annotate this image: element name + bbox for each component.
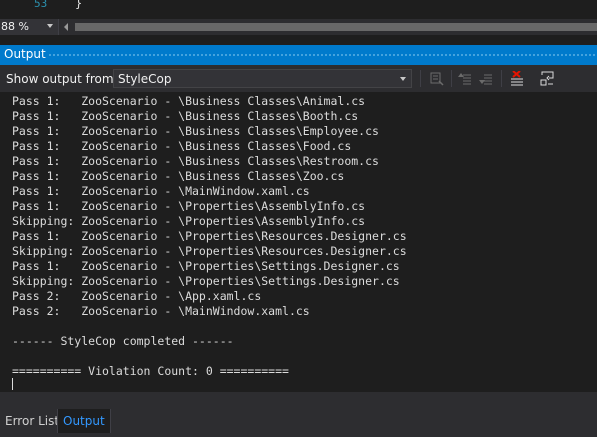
output-text-area[interactable]: Pass 1: ZooScenario - \Business Classes\… [0, 92, 597, 392]
output-line: Pass 1: ZooScenario - \Business Classes\… [12, 109, 359, 123]
output-source-value: StyleCop [118, 72, 172, 86]
toolbar-separator [501, 70, 502, 87]
output-toolbar: Show output from: StyleCop [0, 65, 597, 92]
output-line: Pass 1: ZooScenario - \Business Classes\… [12, 124, 379, 138]
output-horizontal-scrollbar[interactable] [0, 392, 597, 409]
output-line: Pass 1: ZooScenario - \Properties\Resour… [12, 229, 407, 243]
output-line: Pass 2: ZooScenario - \MainWindow.xaml.c… [12, 304, 310, 318]
clear-all-button[interactable] [507, 69, 527, 88]
tab-error-list[interactable]: Error List [0, 409, 64, 433]
output-line: Pass 1: ZooScenario - \Business Classes\… [12, 169, 345, 183]
tool-window-tabs: Error List Output [0, 409, 597, 437]
toggle-word-wrap-icon [540, 71, 554, 86]
clear-all-icon [511, 71, 523, 86]
code-editor[interactable]: 53 } [0, 0, 597, 19]
output-lines: Pass 1: ZooScenario - \Business Classes\… [12, 94, 407, 379]
output-line: Pass 1: ZooScenario - \Properties\Assemb… [12, 199, 366, 213]
text-cursor [12, 378, 13, 390]
output-line: Skipping: ZooScenario - \Properties\Reso… [12, 244, 407, 258]
toolbar-separator [451, 70, 452, 87]
chevron-down-icon [47, 24, 53, 28]
output-line: ========== Violation Count: 0 ========== [12, 364, 289, 378]
output-line: Pass 1: ZooScenario - \MainWindow.xaml.c… [12, 184, 310, 198]
go-to-previous-message-icon [458, 73, 471, 85]
output-line: Skipping: ZooScenario - \Properties\Sett… [12, 274, 400, 288]
output-line [12, 349, 407, 364]
go-to-next-message-icon [479, 74, 492, 85]
output-line: Pass 1: ZooScenario - \Business Classes\… [12, 139, 352, 153]
title-bar-grip[interactable] [48, 53, 597, 57]
editor-zoom-bar: 88 % [0, 19, 597, 35]
output-line: Pass 1: ZooScenario - \Properties\Settin… [12, 259, 400, 273]
output-line: Skipping: ZooScenario - \Properties\Asse… [12, 214, 366, 228]
code-line: } [75, 0, 83, 10]
show-output-from-label: Show output from: [6, 72, 118, 86]
go-to-next-message-button[interactable] [476, 69, 496, 88]
find-message-in-code-icon [430, 72, 444, 86]
editor-horizontal-scrollbar[interactable] [75, 23, 597, 31]
line-number: 53 [34, 0, 48, 10]
tab-output[interactable]: Output [57, 409, 111, 433]
output-panel-title-bar[interactable]: Output [0, 45, 597, 65]
output-line: Pass 1: ZooScenario - \Business Classes\… [12, 94, 366, 108]
toolbar-separator [420, 70, 421, 87]
output-line [12, 319, 407, 334]
find-message-in-code-button[interactable] [427, 69, 447, 88]
zoom-level: 88 % [1, 20, 29, 33]
output-source-select[interactable]: StyleCop [113, 69, 412, 88]
go-to-previous-message-button[interactable] [455, 69, 475, 88]
output-line: Pass 2: ZooScenario - \App.xaml.cs [12, 289, 262, 303]
panel-title: Output [4, 47, 46, 61]
zoom-dropdown[interactable]: 88 % [0, 19, 59, 35]
output-line: ------ StyleCop completed ------ [12, 334, 234, 348]
toggle-word-wrap-button[interactable] [537, 69, 557, 88]
output-line: Pass 1: ZooScenario - \Business Classes\… [12, 154, 379, 168]
chevron-down-icon [400, 77, 406, 81]
scroll-left-arrow-icon[interactable] [64, 23, 68, 31]
